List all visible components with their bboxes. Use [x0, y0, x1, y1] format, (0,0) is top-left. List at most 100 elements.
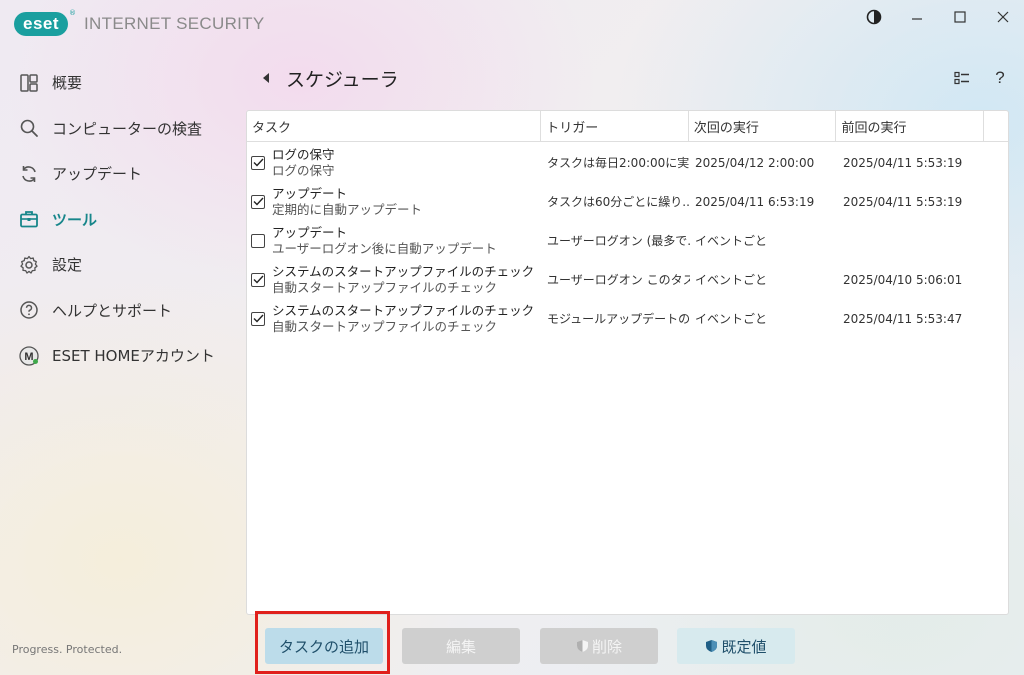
- task-trigger: ユーザーログオン (最多で...: [547, 234, 690, 248]
- task-description: 自動スタートアップファイルのチェック: [272, 279, 498, 295]
- table-row[interactable]: システムのスタートアップファイルのチェック 自動スタートアップファイルのチェック…: [247, 260, 1008, 299]
- checkmark-icon: [253, 158, 264, 167]
- restore-default-button[interactable]: 既定値: [677, 628, 795, 664]
- table-body: ログの保守 ログの保守 タスクは毎日2:00:00に実... 2025/04/1…: [247, 143, 1008, 338]
- column-header-last-run[interactable]: 前回の実行: [836, 111, 985, 142]
- checkmark-icon: [253, 197, 264, 206]
- list-view-icon[interactable]: [950, 66, 974, 90]
- task-name: システムのスタートアップファイルのチェック: [272, 302, 535, 318]
- task-cell: アップデート 定期的に自動アップデート: [247, 186, 542, 218]
- task-description: ログの保守: [272, 162, 335, 178]
- table-row[interactable]: アップデート ユーザーログオン後に自動アップデート ユーザーログオン (最多で.…: [247, 221, 1008, 260]
- help-icon[interactable]: ?: [988, 66, 1012, 90]
- add-task-label: タスクの追加: [278, 637, 369, 656]
- gear-icon: [18, 254, 40, 276]
- table-row[interactable]: アップデート 定期的に自動アップデート タスクは60分ごとに繰り... 2025…: [247, 182, 1008, 221]
- task-description: 自動スタートアップファイルのチェック: [272, 318, 498, 334]
- checkmark-icon: [253, 314, 264, 323]
- action-bar: タスクの追加 編集 削除 既定値: [0, 628, 1024, 666]
- task-enabled-checkbox[interactable]: [251, 155, 265, 170]
- edit-button[interactable]: 編集: [402, 628, 520, 664]
- theme-contrast-icon[interactable]: [852, 4, 895, 30]
- task-cell: システムのスタートアップファイルのチェック 自動スタートアップファイルのチェック: [247, 264, 542, 296]
- task-next-run: 2025/04/11 6:53:19: [695, 194, 815, 209]
- logo-registered-mark: ®: [69, 9, 77, 17]
- table-row[interactable]: ログの保守 ログの保守 タスクは毎日2:00:00に実... 2025/04/1…: [247, 143, 1008, 182]
- task-next-run: イベントごと: [695, 273, 768, 287]
- delete-label: 削除: [591, 637, 622, 656]
- edit-label: 編集: [445, 637, 476, 656]
- sidebar-item-eset-home[interactable]: M ESET HOMEアカウント: [0, 333, 220, 379]
- column-header-task[interactable]: タスク: [247, 111, 542, 142]
- maximize-icon[interactable]: [938, 4, 981, 30]
- shield-icon: [576, 639, 589, 653]
- page-title: スケジューラ: [286, 68, 399, 91]
- add-task-button[interactable]: タスクの追加: [265, 628, 383, 664]
- sidebar-item-overview[interactable]: 概要: [0, 60, 220, 106]
- logo-badge: eset: [14, 12, 69, 36]
- eset-logo: eset ® INTERNET SECURITY: [14, 9, 265, 37]
- minimize-icon[interactable]: [895, 4, 938, 30]
- table-header: タスク トリガー 次回の実行 前回の実行: [247, 111, 1008, 142]
- task-text: ログの保守 ログの保守: [272, 147, 335, 179]
- eset-home-icon: M: [18, 345, 40, 367]
- task-text: アップデート ユーザーログオン後に自動アップデート: [272, 225, 497, 257]
- sidebar-item-settings[interactable]: 設定: [0, 242, 220, 288]
- task-text: アップデート 定期的に自動アップデート: [272, 186, 422, 218]
- sidebar-item-label: 設定: [52, 256, 83, 275]
- close-icon[interactable]: [981, 4, 1024, 30]
- checkmark-icon: [253, 275, 264, 284]
- window-controls: [852, 4, 1024, 30]
- sidebar-item-update[interactable]: アップデート: [0, 151, 220, 197]
- task-name: システムのスタートアップファイルのチェック: [272, 263, 535, 279]
- task-name: ログの保守: [272, 146, 335, 162]
- task-trigger: タスクは毎日2:00:00に実...: [547, 156, 690, 170]
- task-cell: アップデート ユーザーログオン後に自動アップデート: [247, 225, 542, 257]
- table-row[interactable]: システムのスタートアップファイルのチェック 自動スタートアップファイルのチェック…: [247, 299, 1008, 338]
- sidebar-item-tools[interactable]: ツール: [0, 197, 220, 243]
- back-button[interactable]: [258, 64, 274, 92]
- task-cell: システムのスタートアップファイルのチェック 自動スタートアップファイルのチェック: [247, 303, 542, 335]
- refresh-icon: [18, 163, 40, 185]
- task-trigger: モジュールアップデートの...: [547, 312, 690, 326]
- sidebar-item-label: アップデート: [52, 165, 143, 184]
- delete-button[interactable]: 削除: [540, 628, 658, 664]
- back-arrow-icon: [263, 73, 269, 83]
- header-tools: ?: [950, 66, 1012, 90]
- task-enabled-checkbox[interactable]: [251, 233, 265, 248]
- sidebar-item-label: コンピューターの検査: [52, 119, 203, 138]
- task-description: 定期的に自動アップデート: [272, 201, 423, 217]
- task-last-run: 2025/04/11 5:53:19: [843, 194, 963, 209]
- task-next-run: 2025/04/12 2:00:00: [695, 155, 815, 170]
- task-name: アップデート: [272, 185, 348, 201]
- column-header-spacer: [984, 111, 1008, 142]
- task-enabled-checkbox[interactable]: [251, 272, 265, 287]
- task-description: ユーザーログオン後に自動アップデート: [272, 240, 497, 256]
- task-text: システムのスタートアップファイルのチェック 自動スタートアップファイルのチェック: [272, 264, 534, 296]
- dashboard-icon: [18, 72, 40, 94]
- task-cell: ログの保守 ログの保守: [247, 147, 542, 179]
- sidebar-item-help-support[interactable]: ヘルプとサポート: [0, 288, 220, 334]
- sidebar-item-label: ESET HOMEアカウント: [52, 347, 215, 366]
- task-next-run: イベントごと: [695, 312, 768, 326]
- task-last-run: 2025/04/11 5:53:47: [843, 311, 963, 326]
- column-header-trigger[interactable]: トリガー: [541, 111, 689, 142]
- page-header: スケジューラ: [258, 64, 399, 92]
- svg-text:M: M: [24, 351, 33, 363]
- product-name: INTERNET SECURITY: [84, 14, 265, 33]
- sidebar-item-computer-scan[interactable]: コンピューターの検査: [0, 106, 220, 152]
- sidebar-item-label: ヘルプとサポート: [52, 301, 173, 320]
- column-header-next-run[interactable]: 次回の実行: [689, 111, 837, 142]
- task-trigger: ユーザーログオン このタス...: [547, 273, 690, 287]
- task-next-run: イベントごと: [695, 234, 768, 248]
- sidebar-item-label: 概要: [52, 74, 83, 93]
- scheduler-table: タスク トリガー 次回の実行 前回の実行 ログの保守 ログの保守 タスクは毎日2…: [246, 110, 1009, 615]
- task-enabled-checkbox[interactable]: [251, 311, 265, 326]
- task-last-run: 2025/04/10 5:06:01: [843, 272, 963, 287]
- shield-icon: [705, 639, 718, 653]
- restore-default-label: 既定値: [721, 637, 767, 656]
- task-last-run: 2025/04/11 5:53:19: [843, 155, 963, 170]
- task-text: システムのスタートアップファイルのチェック 自動スタートアップファイルのチェック: [272, 303, 534, 335]
- sidebar-item-label: ツール: [52, 210, 98, 229]
- task-enabled-checkbox[interactable]: [251, 194, 265, 209]
